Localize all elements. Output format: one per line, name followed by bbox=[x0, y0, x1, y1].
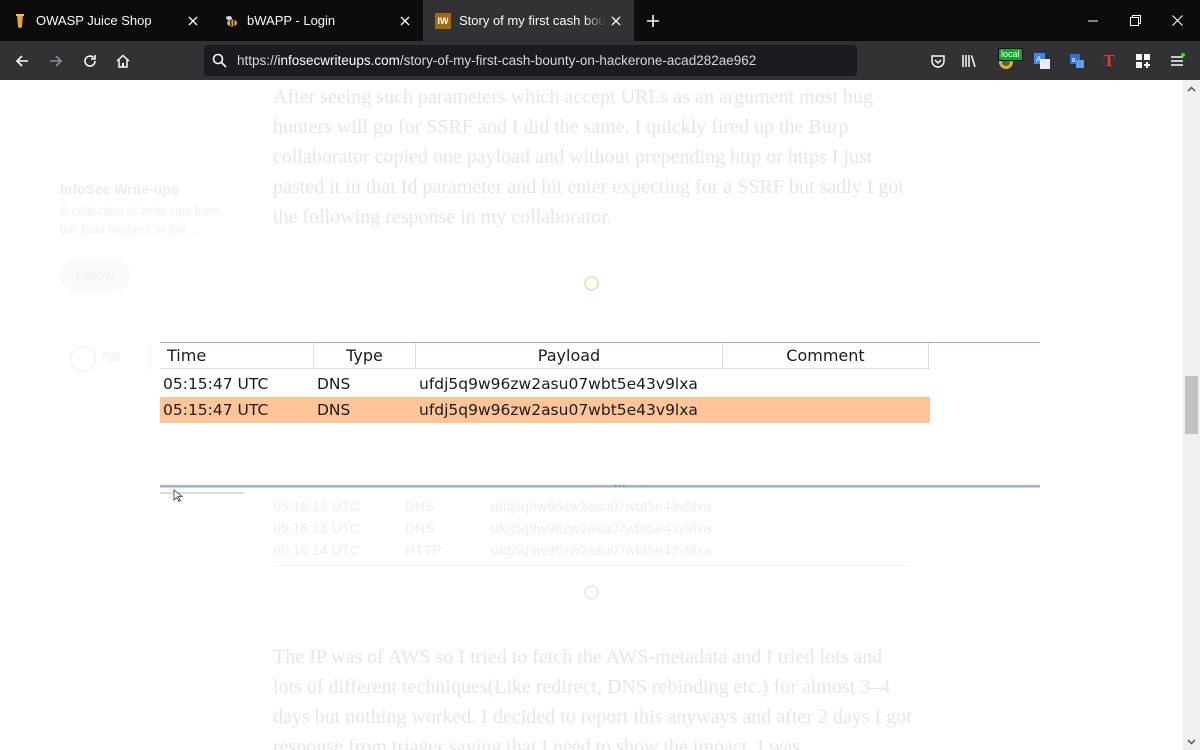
close-tab-icon[interactable] bbox=[183, 11, 203, 31]
article-paragraph: After seeing such parameters which accep… bbox=[273, 86, 904, 228]
scroll-up-arrow-icon[interactable] bbox=[1183, 80, 1200, 97]
tab-title: Story of my first cash bounty on HackerO… bbox=[459, 13, 606, 28]
svg-text:A: A bbox=[1036, 55, 1042, 64]
cell-type: HTTP bbox=[405, 542, 442, 558]
translate-icon[interactable]: A bbox=[1030, 49, 1054, 73]
new-tab-button[interactable] bbox=[640, 8, 666, 34]
cell-type: DNS bbox=[317, 401, 351, 419]
burp-collaborator-screenshot: Time Type Payload Comment 05:15:47 UTC D… bbox=[160, 332, 1040, 503]
column-header-type: Type bbox=[314, 343, 416, 369]
cell-time: 05:16:14 UTC bbox=[273, 542, 361, 558]
cell-time: 05:16:13 UTC bbox=[273, 520, 361, 536]
table-row: 05:15:47 UTC DNS ufdj5q9w96zw2asu07wbt5e… bbox=[160, 371, 930, 397]
sidebar-divider bbox=[150, 346, 151, 372]
image-zoom-icon bbox=[584, 276, 599, 291]
tab-title: bWAPP - Login bbox=[247, 13, 336, 28]
infosec-writeups-favicon-icon: IW bbox=[435, 12, 451, 29]
table-header: Time Type Payload Comment bbox=[160, 343, 930, 369]
follow-button[interactable]: Follow bbox=[60, 258, 130, 292]
forward-button[interactable] bbox=[41, 46, 71, 76]
cell-type: DNS bbox=[405, 520, 435, 536]
faded-divider bbox=[273, 565, 911, 566]
tab-title: OWASP Juice Shop bbox=[36, 13, 152, 28]
close-tab-icon[interactable] bbox=[395, 11, 415, 31]
cell-payload: ufdj5q9w96zw2asu07wbt5e43v9lxa bbox=[419, 401, 698, 419]
clap-count: 708 bbox=[100, 350, 121, 364]
page-content: After seeing such parameters which accep… bbox=[0, 80, 1183, 750]
pocket-icon[interactable] bbox=[926, 49, 950, 73]
text-extension-letter: T bbox=[1103, 51, 1115, 70]
image-zoom-icon bbox=[584, 585, 599, 600]
pane-splitter bbox=[160, 485, 1040, 488]
navigation-toolbar: https://infosecwriteups.com/story-of-my-… bbox=[0, 41, 1200, 80]
home-button[interactable] bbox=[108, 46, 138, 76]
column-header-payload: Payload bbox=[416, 343, 723, 369]
svg-text:a: a bbox=[1072, 57, 1076, 64]
close-window-button[interactable] bbox=[1154, 0, 1200, 41]
extensions-icon[interactable] bbox=[1131, 49, 1155, 73]
cell-type: DNS bbox=[405, 498, 435, 514]
cell-payload: ufdj5q9w96zw2asu07wbt5e43v9lxa bbox=[419, 375, 698, 393]
url-text: https://infosecwriteups.com/story-of-my-… bbox=[237, 53, 756, 68]
tab-strip: OWASP Juice Shop bWAPP - Login IW Story … bbox=[0, 0, 1200, 41]
cell-payload: ufdj5q9w96zw2asu07wbt5e43v9lxa bbox=[491, 498, 712, 514]
vertical-scrollbar[interactable] bbox=[1183, 80, 1200, 750]
url-scheme: https:// bbox=[237, 53, 278, 68]
publication-description: A collection of write-ups from the best … bbox=[60, 204, 220, 237]
text-extension-icon[interactable]: T bbox=[1097, 49, 1121, 73]
library-icon[interactable] bbox=[958, 49, 982, 73]
tab-bwapp-login[interactable]: bWAPP - Login bbox=[211, 0, 423, 41]
column-header-time: Time bbox=[160, 343, 314, 369]
close-tab-icon[interactable] bbox=[606, 11, 626, 31]
article-paragraph: The IP was of AWS so I tried to fetch th… bbox=[273, 646, 912, 750]
translate-page-icon[interactable]: a bbox=[1065, 49, 1089, 73]
clap-icon[interactable] bbox=[70, 346, 96, 372]
cell-type: DNS bbox=[317, 375, 351, 393]
cell-payload: ufdj5q9w96zw2asu07wbt5e43v9lxa bbox=[491, 520, 712, 536]
search-icon bbox=[212, 53, 227, 68]
reload-button[interactable] bbox=[75, 46, 105, 76]
juice-shop-favicon-icon bbox=[12, 13, 28, 29]
scroll-down-arrow-icon[interactable] bbox=[1183, 733, 1200, 750]
hamburger-menu-icon[interactable] bbox=[1165, 49, 1189, 73]
bwapp-bee-favicon-icon bbox=[223, 13, 239, 29]
publication-name[interactable]: InfoSec Write-ups bbox=[60, 181, 179, 197]
url-path: /story-of-my-first-cash-bounty-on-hacker… bbox=[399, 53, 757, 68]
tab-owasp-juice-shop[interactable]: OWASP Juice Shop bbox=[0, 0, 211, 41]
back-button[interactable] bbox=[7, 46, 37, 76]
cell-time: 05:16:13 UTC bbox=[273, 498, 361, 514]
minimize-window-button[interactable] bbox=[1070, 0, 1116, 41]
tab-story-first-cash-bounty[interactable]: IW Story of my first cash bounty on Hack… bbox=[423, 0, 634, 41]
mouse-cursor-icon bbox=[173, 489, 184, 503]
url-domain: infosecwriteups.com bbox=[277, 53, 400, 68]
address-bar[interactable]: https://infosecwriteups.com/story-of-my-… bbox=[204, 45, 857, 76]
column-header-comment: Comment bbox=[723, 343, 929, 369]
cell-time: 05:15:47 UTC bbox=[163, 375, 269, 393]
scrollbar-thumb[interactable] bbox=[1185, 376, 1198, 434]
cell-time: 05:15:47 UTC bbox=[163, 401, 269, 419]
table-row-selected: 05:15:47 UTC DNS ufdj5q9w96zw2asu07wbt5e… bbox=[160, 397, 930, 423]
splitter-grip-icon: ••• bbox=[614, 481, 627, 491]
restore-window-button[interactable] bbox=[1112, 0, 1158, 41]
local-badge: local bbox=[998, 48, 1023, 61]
cell-payload: ufdj5q9w96zw2asu07wbt5e43v9lxa bbox=[491, 542, 712, 558]
